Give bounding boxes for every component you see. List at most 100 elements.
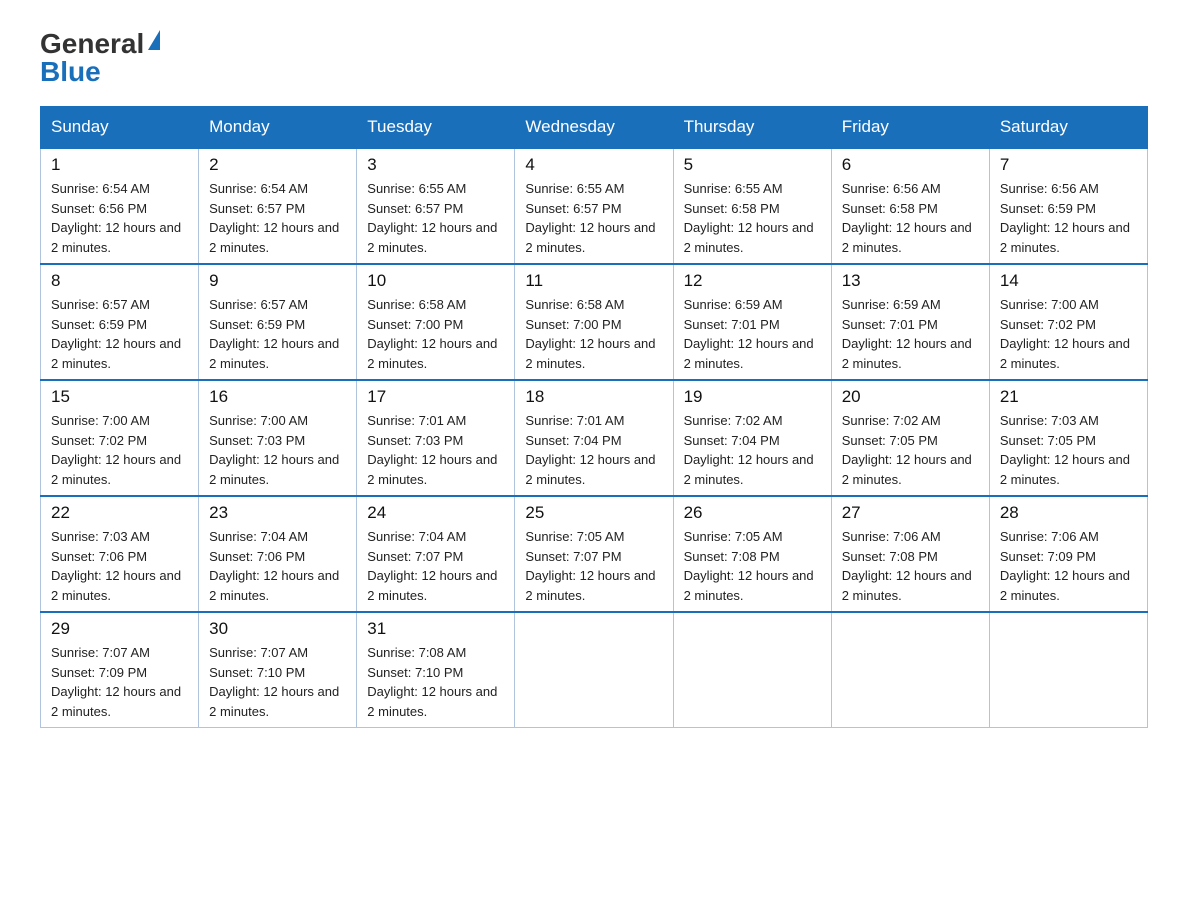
day-number: 14 xyxy=(1000,271,1137,291)
day-info: Sunrise: 7:08 AM Sunset: 7:10 PM Dayligh… xyxy=(367,643,504,721)
day-info: Sunrise: 6:59 AM Sunset: 7:01 PM Dayligh… xyxy=(684,295,821,373)
day-info: Sunrise: 6:59 AM Sunset: 7:01 PM Dayligh… xyxy=(842,295,979,373)
day-info: Sunrise: 7:03 AM Sunset: 7:05 PM Dayligh… xyxy=(1000,411,1137,489)
day-info: Sunrise: 7:07 AM Sunset: 7:10 PM Dayligh… xyxy=(209,643,346,721)
day-number: 29 xyxy=(51,619,188,639)
day-cell-12: 12 Sunrise: 6:59 AM Sunset: 7:01 PM Dayl… xyxy=(673,264,831,380)
day-info: Sunrise: 6:58 AM Sunset: 7:00 PM Dayligh… xyxy=(525,295,662,373)
week-row-5: 29 Sunrise: 7:07 AM Sunset: 7:09 PM Dayl… xyxy=(41,612,1148,728)
weekday-header-wednesday: Wednesday xyxy=(515,107,673,149)
logo-triangle-icon xyxy=(148,30,160,50)
day-cell-16: 16 Sunrise: 7:00 AM Sunset: 7:03 PM Dayl… xyxy=(199,380,357,496)
day-cell-15: 15 Sunrise: 7:00 AM Sunset: 7:02 PM Dayl… xyxy=(41,380,199,496)
day-cell-2: 2 Sunrise: 6:54 AM Sunset: 6:57 PM Dayli… xyxy=(199,148,357,264)
day-info: Sunrise: 7:01 AM Sunset: 7:04 PM Dayligh… xyxy=(525,411,662,489)
day-cell-6: 6 Sunrise: 6:56 AM Sunset: 6:58 PM Dayli… xyxy=(831,148,989,264)
weekday-header-row: SundayMondayTuesdayWednesdayThursdayFrid… xyxy=(41,107,1148,149)
day-info: Sunrise: 7:06 AM Sunset: 7:08 PM Dayligh… xyxy=(842,527,979,605)
logo-blue-text: Blue xyxy=(40,58,101,86)
day-cell-14: 14 Sunrise: 7:00 AM Sunset: 7:02 PM Dayl… xyxy=(989,264,1147,380)
day-info: Sunrise: 6:55 AM Sunset: 6:58 PM Dayligh… xyxy=(684,179,821,257)
day-number: 13 xyxy=(842,271,979,291)
day-number: 31 xyxy=(367,619,504,639)
day-info: Sunrise: 7:01 AM Sunset: 7:03 PM Dayligh… xyxy=(367,411,504,489)
day-number: 16 xyxy=(209,387,346,407)
day-number: 30 xyxy=(209,619,346,639)
weekday-header-friday: Friday xyxy=(831,107,989,149)
page-header: General Blue xyxy=(40,30,1148,86)
day-cell-10: 10 Sunrise: 6:58 AM Sunset: 7:00 PM Dayl… xyxy=(357,264,515,380)
day-number: 24 xyxy=(367,503,504,523)
day-number: 19 xyxy=(684,387,821,407)
day-number: 1 xyxy=(51,155,188,175)
day-info: Sunrise: 6:57 AM Sunset: 6:59 PM Dayligh… xyxy=(51,295,188,373)
day-number: 8 xyxy=(51,271,188,291)
day-number: 26 xyxy=(684,503,821,523)
day-cell-20: 20 Sunrise: 7:02 AM Sunset: 7:05 PM Dayl… xyxy=(831,380,989,496)
day-info: Sunrise: 7:00 AM Sunset: 7:02 PM Dayligh… xyxy=(51,411,188,489)
day-number: 15 xyxy=(51,387,188,407)
day-number: 2 xyxy=(209,155,346,175)
day-cell-26: 26 Sunrise: 7:05 AM Sunset: 7:08 PM Dayl… xyxy=(673,496,831,612)
day-info: Sunrise: 6:55 AM Sunset: 6:57 PM Dayligh… xyxy=(367,179,504,257)
day-cell-3: 3 Sunrise: 6:55 AM Sunset: 6:57 PM Dayli… xyxy=(357,148,515,264)
day-info: Sunrise: 6:54 AM Sunset: 6:57 PM Dayligh… xyxy=(209,179,346,257)
day-info: Sunrise: 6:56 AM Sunset: 6:59 PM Dayligh… xyxy=(1000,179,1137,257)
day-cell-13: 13 Sunrise: 6:59 AM Sunset: 7:01 PM Dayl… xyxy=(831,264,989,380)
day-number: 10 xyxy=(367,271,504,291)
day-number: 12 xyxy=(684,271,821,291)
week-row-2: 8 Sunrise: 6:57 AM Sunset: 6:59 PM Dayli… xyxy=(41,264,1148,380)
day-number: 20 xyxy=(842,387,979,407)
day-info: Sunrise: 7:06 AM Sunset: 7:09 PM Dayligh… xyxy=(1000,527,1137,605)
day-cell-30: 30 Sunrise: 7:07 AM Sunset: 7:10 PM Dayl… xyxy=(199,612,357,728)
day-cell-7: 7 Sunrise: 6:56 AM Sunset: 6:59 PM Dayli… xyxy=(989,148,1147,264)
day-info: Sunrise: 7:02 AM Sunset: 7:05 PM Dayligh… xyxy=(842,411,979,489)
logo: General Blue xyxy=(40,30,160,86)
day-cell-18: 18 Sunrise: 7:01 AM Sunset: 7:04 PM Dayl… xyxy=(515,380,673,496)
week-row-1: 1 Sunrise: 6:54 AM Sunset: 6:56 PM Dayli… xyxy=(41,148,1148,264)
day-number: 4 xyxy=(525,155,662,175)
day-cell-25: 25 Sunrise: 7:05 AM Sunset: 7:07 PM Dayl… xyxy=(515,496,673,612)
day-cell-9: 9 Sunrise: 6:57 AM Sunset: 6:59 PM Dayli… xyxy=(199,264,357,380)
day-info: Sunrise: 6:56 AM Sunset: 6:58 PM Dayligh… xyxy=(842,179,979,257)
day-number: 9 xyxy=(209,271,346,291)
day-cell-22: 22 Sunrise: 7:03 AM Sunset: 7:06 PM Dayl… xyxy=(41,496,199,612)
day-cell-8: 8 Sunrise: 6:57 AM Sunset: 6:59 PM Dayli… xyxy=(41,264,199,380)
empty-cell-4-6 xyxy=(989,612,1147,728)
day-info: Sunrise: 6:58 AM Sunset: 7:00 PM Dayligh… xyxy=(367,295,504,373)
day-number: 5 xyxy=(684,155,821,175)
day-number: 3 xyxy=(367,155,504,175)
day-cell-24: 24 Sunrise: 7:04 AM Sunset: 7:07 PM Dayl… xyxy=(357,496,515,612)
weekday-header-thursday: Thursday xyxy=(673,107,831,149)
day-number: 25 xyxy=(525,503,662,523)
logo-general-text: General xyxy=(40,30,144,58)
weekday-header-saturday: Saturday xyxy=(989,107,1147,149)
day-cell-27: 27 Sunrise: 7:06 AM Sunset: 7:08 PM Dayl… xyxy=(831,496,989,612)
day-info: Sunrise: 7:02 AM Sunset: 7:04 PM Dayligh… xyxy=(684,411,821,489)
day-cell-21: 21 Sunrise: 7:03 AM Sunset: 7:05 PM Dayl… xyxy=(989,380,1147,496)
day-number: 21 xyxy=(1000,387,1137,407)
empty-cell-4-5 xyxy=(831,612,989,728)
empty-cell-4-4 xyxy=(673,612,831,728)
day-number: 18 xyxy=(525,387,662,407)
day-cell-31: 31 Sunrise: 7:08 AM Sunset: 7:10 PM Dayl… xyxy=(357,612,515,728)
day-cell-1: 1 Sunrise: 6:54 AM Sunset: 6:56 PM Dayli… xyxy=(41,148,199,264)
week-row-3: 15 Sunrise: 7:00 AM Sunset: 7:02 PM Dayl… xyxy=(41,380,1148,496)
day-info: Sunrise: 7:03 AM Sunset: 7:06 PM Dayligh… xyxy=(51,527,188,605)
day-info: Sunrise: 7:00 AM Sunset: 7:02 PM Dayligh… xyxy=(1000,295,1137,373)
day-number: 23 xyxy=(209,503,346,523)
weekday-header-sunday: Sunday xyxy=(41,107,199,149)
calendar-table: SundayMondayTuesdayWednesdayThursdayFrid… xyxy=(40,106,1148,728)
day-number: 11 xyxy=(525,271,662,291)
day-info: Sunrise: 6:55 AM Sunset: 6:57 PM Dayligh… xyxy=(525,179,662,257)
day-number: 17 xyxy=(367,387,504,407)
weekday-header-tuesday: Tuesday xyxy=(357,107,515,149)
day-info: Sunrise: 7:05 AM Sunset: 7:08 PM Dayligh… xyxy=(684,527,821,605)
day-info: Sunrise: 6:57 AM Sunset: 6:59 PM Dayligh… xyxy=(209,295,346,373)
day-number: 28 xyxy=(1000,503,1137,523)
day-cell-19: 19 Sunrise: 7:02 AM Sunset: 7:04 PM Dayl… xyxy=(673,380,831,496)
day-number: 7 xyxy=(1000,155,1137,175)
day-info: Sunrise: 6:54 AM Sunset: 6:56 PM Dayligh… xyxy=(51,179,188,257)
day-info: Sunrise: 7:04 AM Sunset: 7:06 PM Dayligh… xyxy=(209,527,346,605)
day-cell-29: 29 Sunrise: 7:07 AM Sunset: 7:09 PM Dayl… xyxy=(41,612,199,728)
